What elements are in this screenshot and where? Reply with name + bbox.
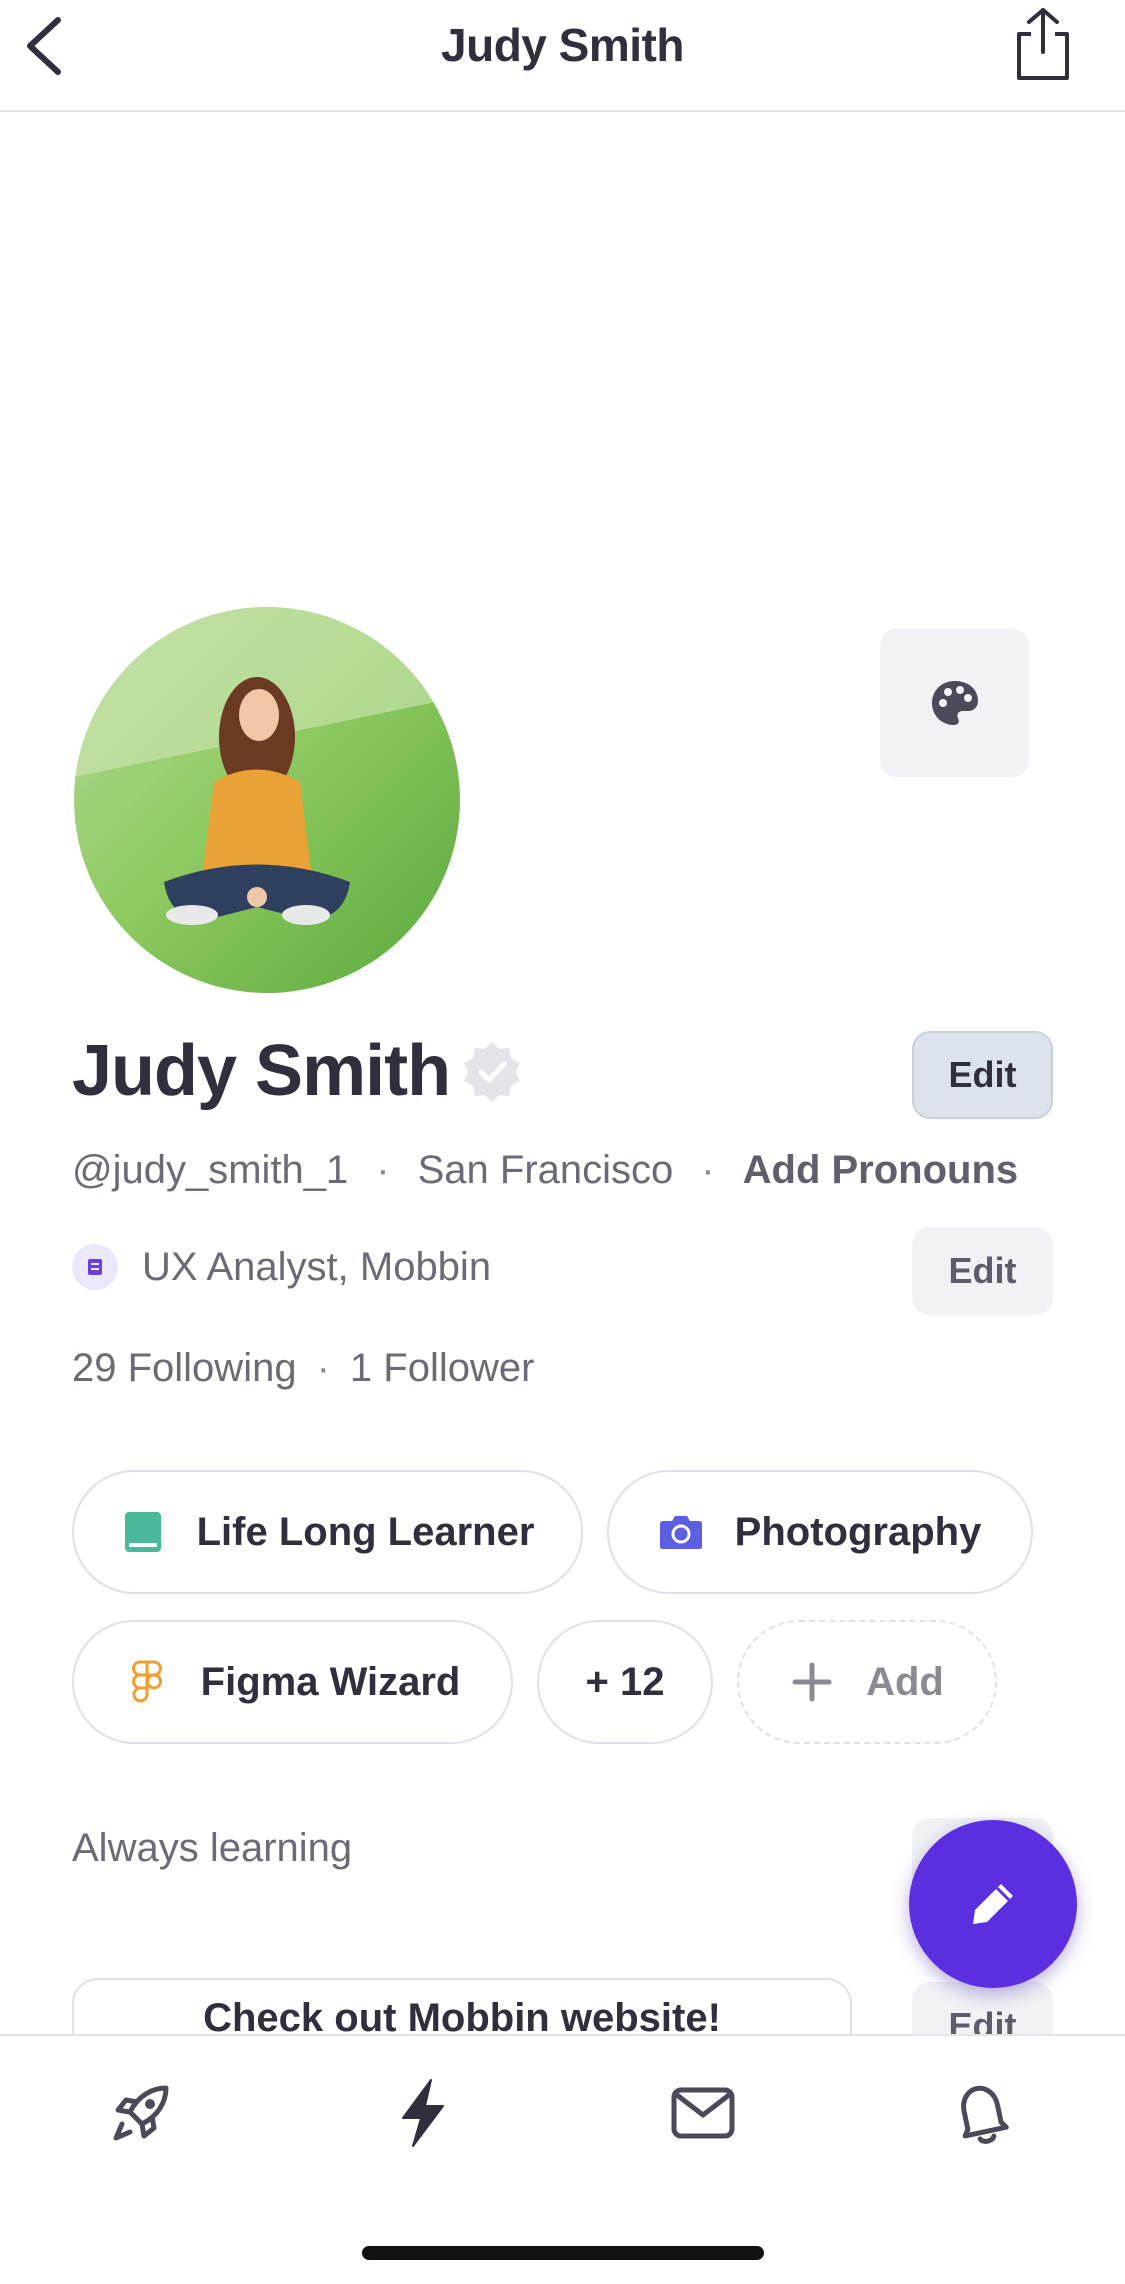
profile-handle: @judy_smith_1	[72, 1147, 349, 1192]
profile-bio: Always learning	[72, 1826, 353, 1870]
meta-separator: ·	[376, 1147, 390, 1192]
job-title: UX Analyst, Mobbin	[142, 1244, 492, 1289]
chip-label: Add	[866, 1659, 944, 1704]
compose-fab[interactable]	[909, 1820, 1077, 1988]
chip-label: + 12	[585, 1659, 665, 1704]
pencil-icon	[973, 1884, 1013, 1924]
bolt-icon[interactable]	[388, 2078, 458, 2148]
chip-label: Photography	[734, 1509, 982, 1554]
bell-icon[interactable]	[947, 2078, 1017, 2148]
top-nav-bar: Judy Smith	[0, 0, 1125, 112]
verified-badge-icon	[460, 1040, 524, 1104]
rocket-icon[interactable]	[106, 2078, 176, 2148]
add-interest-chip[interactable]: Add	[737, 1620, 997, 1744]
following-count[interactable]: 29 Following	[72, 1346, 297, 1391]
interest-chip-life-long-learner[interactable]: Life Long Learner	[72, 1470, 583, 1594]
interest-chip-photography[interactable]: Photography	[607, 1470, 1033, 1594]
edit-job-button[interactable]: Edit	[912, 1227, 1053, 1315]
follower-count[interactable]: 1 Follower	[350, 1346, 535, 1391]
job-row: UX Analyst, Mobbin	[72, 1241, 491, 1293]
chip-label: Figma Wizard	[200, 1659, 461, 1704]
camera-icon	[659, 1510, 703, 1554]
plus-icon	[790, 1660, 834, 1704]
profile-name: Judy Smith	[72, 1031, 451, 1111]
profile-location: San Francisco	[417, 1147, 674, 1192]
chip-label: Life Long Learner	[196, 1509, 535, 1554]
edit-profile-button[interactable]: Edit	[912, 1031, 1053, 1119]
follow-stats: 29 Following · 1 Follower	[72, 1342, 534, 1394]
figma-icon	[125, 1660, 169, 1704]
interest-chip-figma-wizard[interactable]: Figma Wizard	[72, 1620, 513, 1744]
add-pronouns-link[interactable]: Add Pronouns	[743, 1148, 1019, 1193]
theme-palette-button[interactable]	[880, 629, 1029, 777]
share-icon[interactable]	[1011, 6, 1075, 82]
company-logo-icon	[72, 1244, 118, 1290]
mail-icon[interactable]	[668, 2078, 738, 2148]
avatar[interactable]	[74, 607, 460, 993]
profile-screen: Judy Smith Judy Smith Edit @judy_smith_1…	[0, 0, 1125, 2284]
follow-separator: ·	[316, 1345, 330, 1390]
more-interests-chip[interactable]: + 12	[537, 1620, 713, 1744]
page-title: Judy Smith	[441, 19, 684, 71]
book-icon	[121, 1510, 165, 1554]
profile-meta-row: @judy_smith_1 · San Francisco · Add Pron…	[72, 1144, 1018, 1196]
meta-separator: ·	[701, 1147, 715, 1192]
home-indicator	[362, 2246, 764, 2260]
palette-icon	[931, 681, 978, 725]
